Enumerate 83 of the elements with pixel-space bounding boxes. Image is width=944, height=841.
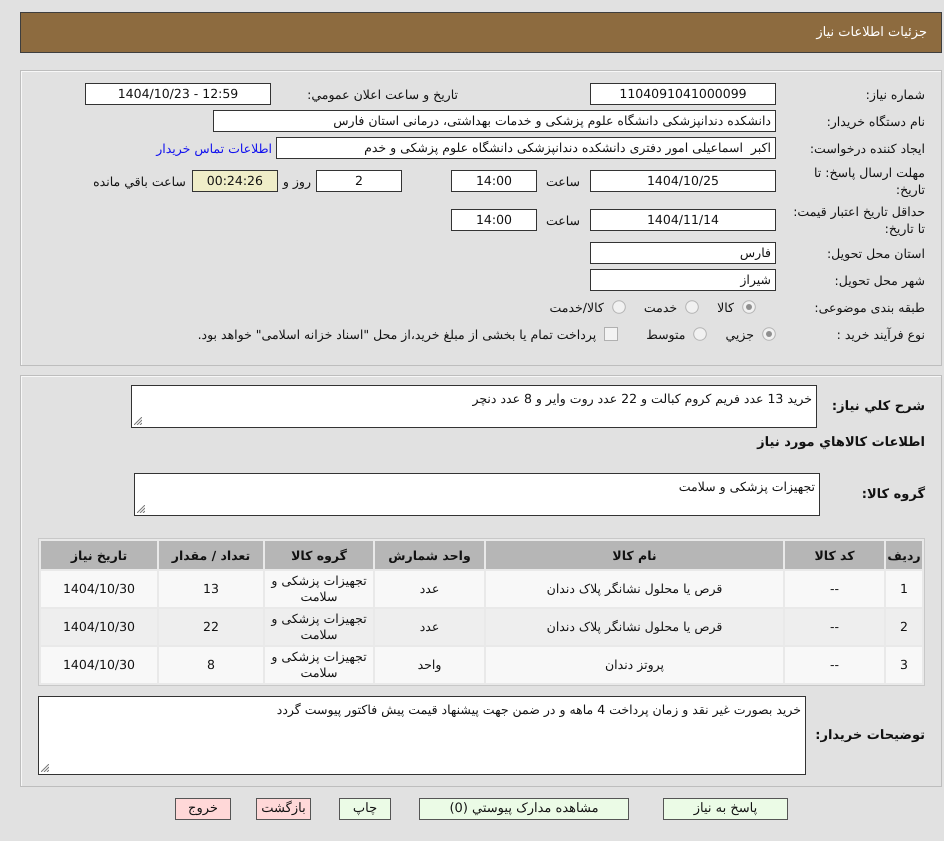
validity-date-field[interactable]: 1404/11/14 xyxy=(590,209,776,231)
table-cell: تجهیزات پزشکی و سلامت xyxy=(265,571,373,607)
deadline-time-field[interactable]: 14:00 xyxy=(451,170,537,192)
resize-grip-icon[interactable] xyxy=(134,417,142,425)
radio-button[interactable] xyxy=(742,300,756,314)
buyer-contact-link[interactable]: اطلاعات تماس خریدار xyxy=(156,140,272,156)
table-cell: 1 xyxy=(886,571,922,607)
resize-grip-icon[interactable] xyxy=(41,764,49,772)
page-title: جزئیات اطلاعات نیاز xyxy=(816,25,927,40)
radio-button[interactable] xyxy=(693,327,708,341)
field-label: ساعت xyxy=(544,212,581,228)
table-cell: 1404/10/30 xyxy=(41,609,157,645)
table-cell: قرص یا محلول نشانگر پلاک دندان xyxy=(486,571,783,607)
option-label: خدمت xyxy=(644,300,678,314)
radio-button[interactable] xyxy=(762,327,776,341)
table-cell: عدد xyxy=(375,609,484,645)
column-header: گروه کالا xyxy=(265,541,373,569)
goods-group-field[interactable]: تجهیزات پزشکی و سلامت xyxy=(134,473,820,516)
table-cell: عدد xyxy=(375,571,484,607)
radio-button[interactable] xyxy=(612,300,626,314)
table-cell: 1404/10/30 xyxy=(41,571,157,607)
radio-button[interactable] xyxy=(685,300,700,314)
table-cell: واحد xyxy=(375,647,484,683)
field-label: شرح کلي نیاز: xyxy=(830,399,925,414)
action-button[interactable]: چاپ xyxy=(339,798,391,820)
validity-time-field[interactable]: 14:00 xyxy=(451,209,537,231)
checkbox-label: پرداخت تمام یا بخشی از مبلغ خرید،از محل "اسناد خزانه اسلامی" خواهد بود. xyxy=(198,326,596,342)
field-label: نوع فرآیند خرید : xyxy=(836,326,925,342)
action-button[interactable]: پاسخ به نیاز xyxy=(663,798,788,820)
action-button[interactable]: خروج xyxy=(175,798,231,820)
table-cell: 2 xyxy=(886,609,922,645)
buyer-notes-field[interactable]: خرید بصورت غیر نقد و زمان پرداخت 4 ماهه و در ضمن جهت پیشنهاد قیمت پیش فاکتور پیوست گردد xyxy=(38,696,806,775)
action-button[interactable]: بازگشت xyxy=(256,798,311,820)
table-cell: -- xyxy=(785,571,884,607)
action-button[interactable]: مشاهده مدارک پیوستي (0) xyxy=(419,798,629,820)
field-label: مهلت ارسال پاسخ: تا تاریخ: xyxy=(813,164,925,198)
field-label: روز و xyxy=(282,174,311,188)
announce-date-field[interactable]: 1404/10/23 - 12:59 xyxy=(85,83,271,105)
buyer-org-field[interactable]: دانشکده دندانپزشکی دانشگاه علوم پزشکی و خدمات بهداشتی، درمانی استان فارس xyxy=(213,110,776,132)
field-label: شماره نیاز: xyxy=(864,86,925,102)
field-label: استان محل تحویل: xyxy=(826,244,925,262)
column-header: تاریخ نیاز xyxy=(41,541,157,569)
table-cell: -- xyxy=(785,647,884,683)
table-cell: 13 xyxy=(159,571,263,607)
field-label: نام دستگاه خریدار: xyxy=(826,112,925,130)
table-cell: تجهیزات پزشکی و سلامت xyxy=(265,609,373,645)
column-header: نام کالا xyxy=(486,541,783,569)
option-label: جزيي xyxy=(725,326,754,342)
field-label: گروه کالا: xyxy=(860,487,925,502)
option-label: متوسط xyxy=(646,326,686,342)
resize-grip-icon[interactable] xyxy=(137,505,145,513)
creator-field[interactable]: اکبر اسماعیلی امور دفتری دانشکده دندانپزشکی دانشگاه علوم پزشکی و خدم xyxy=(276,137,776,159)
column-header: کد کالا xyxy=(785,541,884,569)
city-field[interactable]: شیراز xyxy=(590,269,776,291)
table-cell: پروتز دندان xyxy=(486,647,783,683)
table-cell: 3 xyxy=(886,647,922,683)
field-label: ایجاد کننده درخواست: xyxy=(808,140,925,156)
table-cell: تجهیزات پزشکی و سلامت xyxy=(265,647,373,683)
table-cell: 1404/10/30 xyxy=(41,647,157,683)
field-label: توضیحات خریدار: xyxy=(814,726,925,744)
field-label: حداقل تاریخ اعتبار قیمت: تا تاریخ: xyxy=(792,203,925,237)
column-header: تعداد / مقدار xyxy=(159,541,263,569)
option-label: کالا xyxy=(717,300,734,314)
checkbox[interactable] xyxy=(604,327,618,341)
table-cell: 22 xyxy=(159,609,263,645)
table-cell: -- xyxy=(785,609,884,645)
field-label: تاریخ و ساعت اعلان عمومي: xyxy=(306,86,458,102)
need-number-field[interactable]: 1104091041000099 xyxy=(590,83,776,105)
field-label: ساعت باقي مانده xyxy=(93,174,186,188)
remaining-time-field: 00:24:26 xyxy=(192,170,278,192)
deadline-date-field[interactable]: 1404/10/25 xyxy=(590,170,776,192)
table-cell: قرص یا محلول نشانگر پلاک دندان xyxy=(486,609,783,645)
field-label: شهر محل تحویل: xyxy=(834,272,925,288)
description-field[interactable]: خرید 13 عدد فریم کروم کبالت و 22 عدد روت وایر و 8 عدد دنچر xyxy=(131,385,817,428)
days-field[interactable]: 2 xyxy=(316,170,402,192)
field-label: طبقه بندی موضوعی: xyxy=(813,298,925,316)
option-label: کالا/خدمت xyxy=(549,300,604,314)
field-label: ساعت xyxy=(544,174,581,188)
province-field[interactable]: فارس xyxy=(590,242,776,264)
table-cell: 8 xyxy=(159,647,263,683)
column-header: واحد شمارش xyxy=(375,541,484,569)
column-header: ردیف xyxy=(886,541,922,569)
section-title: اطلاعات کالاهاي مورد نیاز xyxy=(756,434,925,452)
